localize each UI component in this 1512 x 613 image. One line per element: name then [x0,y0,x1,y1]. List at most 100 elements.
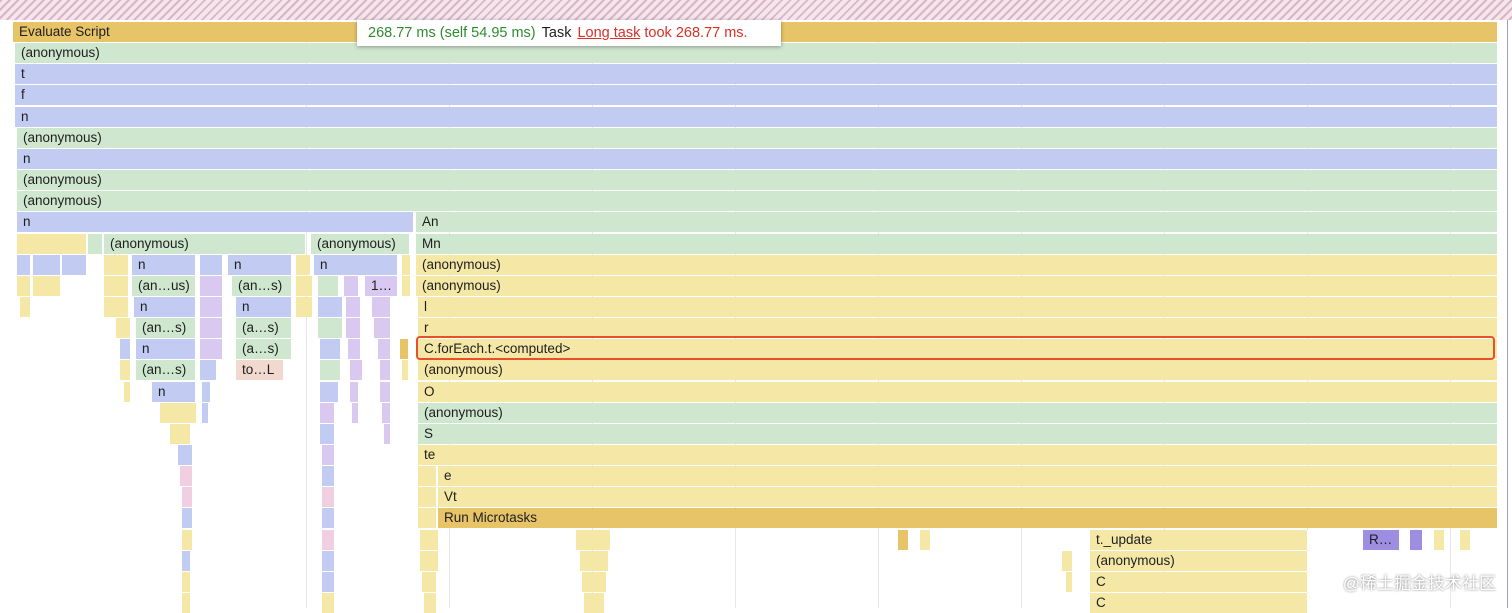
flame-sliver[interactable] [320,381,338,402]
flame-sliver[interactable] [322,593,334,613]
flame-sliver[interactable] [898,529,908,550]
flame-sliver[interactable] [402,275,410,296]
flame-frame[interactable]: n [236,296,292,317]
flame-sliver[interactable] [582,571,606,592]
flame-sliver[interactable] [584,593,604,613]
flame-sliver[interactable] [380,360,390,381]
flame-frame[interactable]: n [17,212,414,233]
flame-sliver[interactable] [322,487,334,508]
flame-sliver[interactable] [380,381,390,402]
flame-sliver[interactable] [182,487,192,508]
flame-frame[interactable]: Vt [438,487,1498,508]
flame-sliver[interactable] [116,318,130,339]
flame-frame[interactable]: n [132,254,196,275]
flame-sliver[interactable] [320,360,340,381]
flame-sliver[interactable] [1434,529,1444,550]
flame-frame[interactable]: 1… [365,275,398,296]
flame-frame[interactable]: C [1090,593,1308,613]
flame-chart[interactable]: Evaluate Script (anonymous) t f n (anonymous)… [0,0,1512,613]
flame-sliver[interactable] [920,529,930,550]
flame-frame[interactable]: n [136,339,196,360]
flame-sliver[interactable] [104,296,128,317]
flame-frame[interactable]: n [228,254,292,275]
flame-frame[interactable]: (an…s) [136,360,196,381]
flame-sliver[interactable] [420,550,438,571]
flame-sliver[interactable] [20,296,30,317]
flame-sliver[interactable] [320,402,334,423]
flame-sliver[interactable] [322,466,334,487]
flame-sliver[interactable] [322,571,334,592]
flame-frame[interactable]: (anonymous) [104,233,306,254]
flame-sliver[interactable] [200,254,222,275]
flame-sliver[interactable] [580,550,608,571]
flame-sliver[interactable] [322,550,334,571]
flame-frame[interactable]: e [438,466,1498,487]
flame-sliver[interactable] [182,508,192,529]
flame-sliver[interactable] [33,275,60,296]
flame-sliver[interactable] [170,423,190,444]
flame-sliver[interactable] [422,571,436,592]
flame-sliver[interactable] [346,296,360,317]
flame-sliver[interactable] [1062,550,1072,571]
flame-sliver[interactable] [62,254,86,275]
flame-frame[interactable]: n [17,148,1498,169]
tooltip-long-task-link[interactable]: Long task [577,25,640,41]
flame-frame[interactable]: (anonymous) [1090,550,1308,571]
flame-frame[interactable]: n [314,254,398,275]
flame-frame[interactable]: R… [1363,529,1400,550]
flame-sliver[interactable] [200,275,222,296]
flame-sliver[interactable] [420,529,438,550]
flame-sliver[interactable] [322,508,334,529]
flame-frame[interactable]: (anonymous) [416,275,1498,296]
flame-frame[interactable]: (anonymous) [416,254,1498,275]
flame-sliver[interactable] [318,296,342,317]
flame-frame[interactable]: S [418,423,1498,444]
flame-frame[interactable]: (anonymous) [15,43,1498,64]
flame-sliver[interactable] [322,529,334,550]
flame-sliver[interactable] [104,254,128,275]
flame-sliver[interactable] [1410,529,1422,550]
flame-sliver[interactable] [320,339,340,360]
flame-frame[interactable]: (anonymous) [418,360,1498,381]
flame-sliver[interactable] [322,445,334,465]
flame-frame[interactable]: (a…s) [236,318,292,339]
flame-frame[interactable]: (anonymous) [311,233,410,254]
flame-sliver[interactable] [318,275,338,296]
flame-frame[interactable]: (an…s) [136,318,196,339]
flame-sliver[interactable] [318,318,342,339]
flame-sliver[interactable] [124,381,130,402]
flame-frame[interactable]: f [15,85,1498,106]
flame-frame[interactable]: O [418,381,1498,402]
flame-sliver[interactable] [200,296,222,317]
flame-frame[interactable]: (an…us) [132,275,196,296]
flame-sliver[interactable] [120,360,130,381]
flame-frame[interactable]: (anonymous) [17,170,1498,191]
flame-sliver[interactable] [372,296,390,317]
flame-sliver[interactable] [17,233,86,254]
flame-sliver[interactable] [402,360,408,381]
flame-sliver[interactable] [1066,571,1072,592]
flame-sliver[interactable] [344,275,358,296]
flame-frame[interactable]: (anonymous) [17,191,1498,212]
flame-sliver[interactable] [320,423,334,444]
flame-sliver[interactable] [182,529,192,550]
flame-sliver[interactable] [200,360,216,381]
flame-frame[interactable]: (anonymous) [418,402,1498,423]
flame-sliver[interactable] [202,402,208,423]
flame-sliver[interactable] [296,254,310,275]
flame-sliver[interactable] [350,381,358,402]
flame-sliver[interactable] [424,593,436,613]
flame-frame[interactable]: t._update [1090,529,1308,550]
flame-sliver[interactable] [576,529,610,550]
flame-frame[interactable]: n [15,106,1498,127]
flame-frame[interactable]: t [15,64,1498,85]
flame-sliver[interactable] [402,254,410,275]
flame-frame[interactable]: n [134,296,196,317]
flame-sliver[interactable] [33,254,60,275]
flame-sliver[interactable] [120,339,130,360]
flame-sliver[interactable] [418,466,436,487]
flame-sliver[interactable] [296,296,312,317]
flame-frame[interactable]: (a…s) [236,339,292,360]
flame-sliver[interactable] [17,254,30,275]
flame-frame[interactable]: Run Microtasks [438,508,1498,529]
